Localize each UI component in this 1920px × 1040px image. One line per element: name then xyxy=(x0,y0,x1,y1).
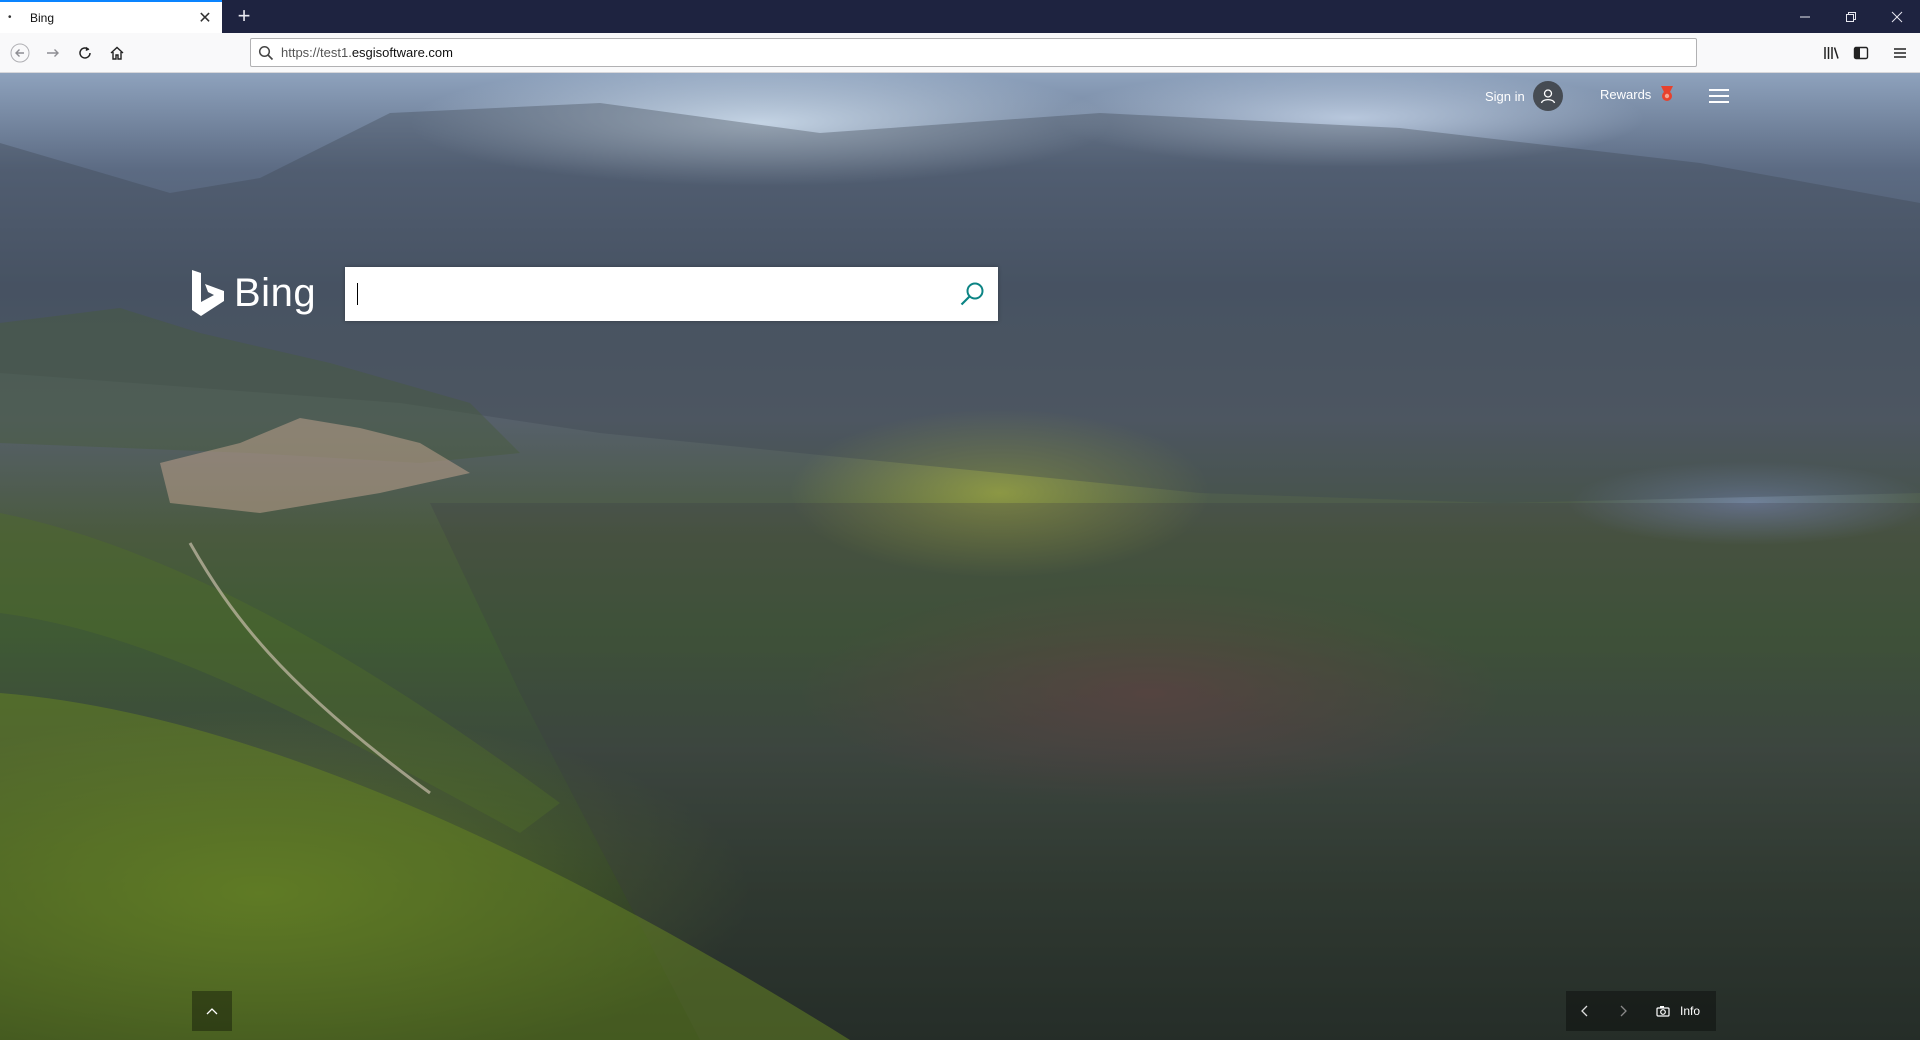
search-button[interactable] xyxy=(958,280,986,308)
menu-icon xyxy=(1894,48,1906,58)
url-scheme: https://test1. xyxy=(281,45,352,60)
library-button[interactable] xyxy=(1817,39,1845,67)
home-icon xyxy=(110,46,124,60)
chevron-left-icon xyxy=(1581,1005,1588,1017)
restore-icon xyxy=(1846,11,1856,22)
sidebar-icon xyxy=(1853,46,1869,60)
tab-strip: • Bing ✕ + xyxy=(0,0,1920,33)
sign-in-label: Sign in xyxy=(1485,88,1525,104)
search-icon xyxy=(251,45,281,61)
sign-in-button[interactable]: Sign in xyxy=(1485,81,1563,111)
close-icon xyxy=(1891,11,1903,22)
bing-b-icon xyxy=(192,270,224,316)
tab-bing[interactable]: • Bing ✕ xyxy=(0,0,222,33)
new-tab-button[interactable]: + xyxy=(230,3,258,31)
avatar-icon xyxy=(1532,81,1563,111)
next-image-button[interactable] xyxy=(1604,991,1642,1031)
url-host: esgisoftware.com xyxy=(351,45,453,60)
bing-wordmark: Bing xyxy=(234,270,317,315)
search-box xyxy=(345,267,998,321)
previous-image-button[interactable] xyxy=(1566,991,1604,1031)
forward-button[interactable] xyxy=(39,39,67,67)
magnifier-icon xyxy=(960,282,984,306)
tab-title: Bing xyxy=(30,10,55,25)
reload-icon xyxy=(79,46,91,59)
url-text: https://test1.esgisoftware.com xyxy=(281,45,453,60)
rewards-medal-icon xyxy=(1661,86,1674,101)
restore-button[interactable] xyxy=(1828,0,1874,33)
settings-menu-button[interactable] xyxy=(1708,87,1730,105)
arrow-right-icon xyxy=(47,49,59,57)
camera-icon xyxy=(1656,1005,1670,1017)
minimize-button[interactable] xyxy=(1782,0,1828,33)
sidebar-button[interactable] xyxy=(1847,39,1875,67)
text-cursor xyxy=(357,283,358,305)
arrow-left-icon xyxy=(10,43,30,63)
back-button[interactable] xyxy=(6,39,34,67)
home-button[interactable] xyxy=(103,39,131,67)
bing-logo[interactable]: Bing xyxy=(190,269,316,317)
close-window-button[interactable] xyxy=(1874,0,1920,33)
navigation-toolbar: https://test1.esgisoftware.com xyxy=(0,33,1920,73)
address-bar[interactable]: https://test1.esgisoftware.com xyxy=(250,38,1697,67)
info-label: Info xyxy=(1680,1004,1701,1018)
reload-button[interactable] xyxy=(71,39,99,67)
dot-icon: • xyxy=(8,12,12,23)
minimize-icon xyxy=(1800,16,1810,17)
rewards-button[interactable]: Rewards xyxy=(1600,85,1675,103)
tab-close-icon[interactable]: ✕ xyxy=(194,8,216,28)
background-image xyxy=(0,103,1920,1040)
window-controls xyxy=(1782,0,1920,33)
rewards-label: Rewards xyxy=(1600,86,1652,102)
library-icon xyxy=(1824,47,1839,59)
hamburger-icon xyxy=(1709,89,1729,103)
image-controls: Info xyxy=(1566,991,1717,1031)
chevron-right-icon xyxy=(1620,1005,1627,1017)
open-menu-button[interactable] xyxy=(1886,39,1914,67)
scroll-up-button[interactable] xyxy=(192,991,232,1031)
bing-homepage: Sign in Rewards Bing Info xyxy=(0,73,1920,1040)
image-info-button[interactable]: Info xyxy=(1642,991,1716,1031)
chevron-up-icon xyxy=(206,1008,218,1015)
search-input[interactable] xyxy=(355,267,935,321)
